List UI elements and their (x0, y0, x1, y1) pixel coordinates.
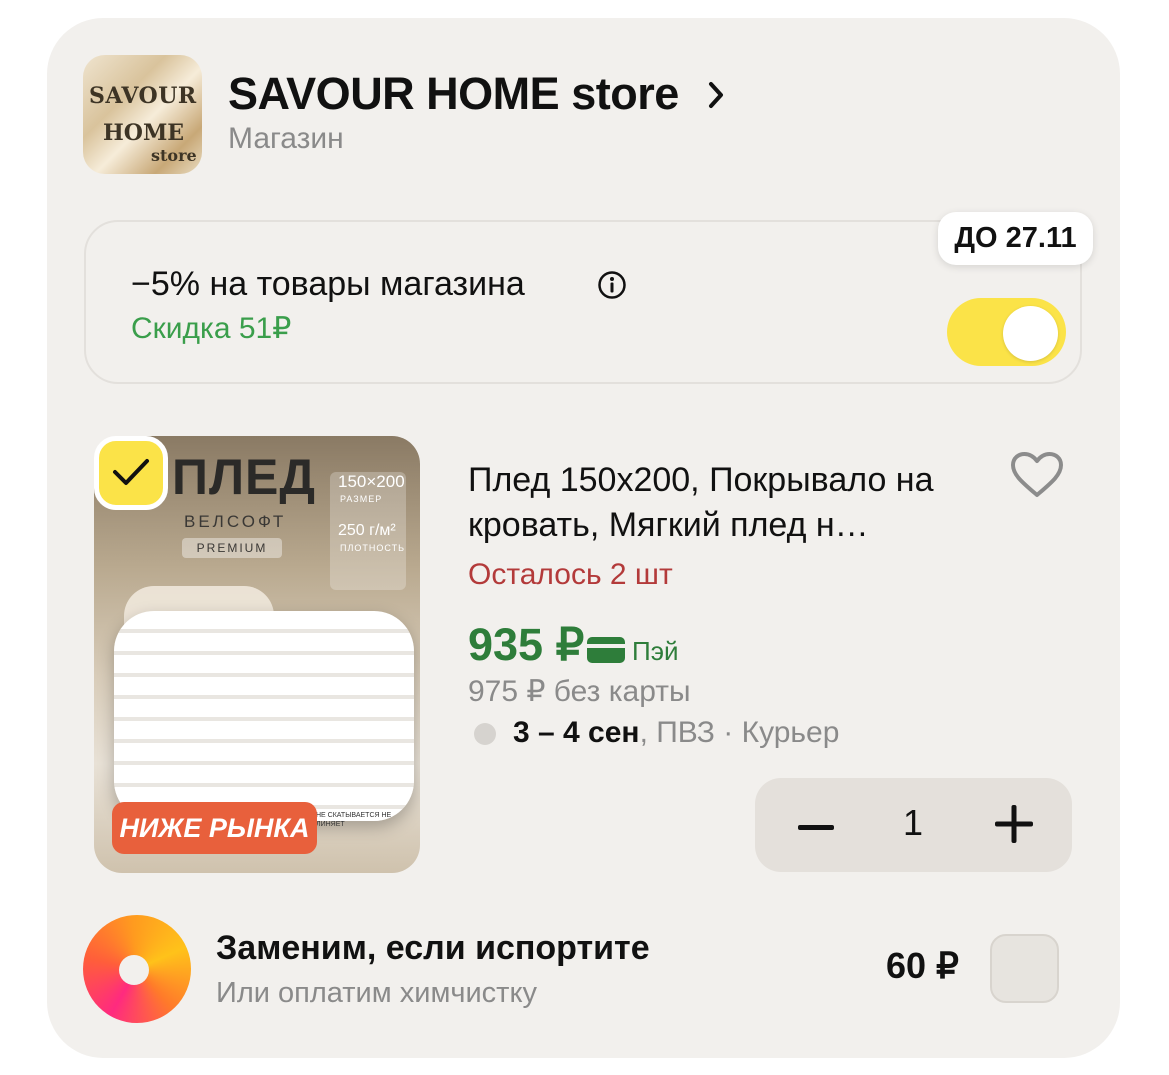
stock-left-label: Осталось 2 шт (468, 558, 673, 591)
image-note: НЕ СКАТЫВАЕТСЯ НЕ ЛИНЯЕТ (316, 812, 392, 828)
store-logo[interactable]: SAVOUR HOME store (83, 55, 202, 174)
card-icon (587, 637, 625, 663)
below-market-badge: НИЖЕ РЫНКА (112, 802, 317, 854)
product-name-link[interactable]: Плед 150х200, Покрывало на кровать, Мягк… (468, 458, 988, 548)
price-without-card: 975 ₽ без карты (468, 675, 691, 708)
delivery-status-dot (474, 723, 496, 745)
insurance-checkbox[interactable] (990, 934, 1059, 1003)
store-type-label: Магазин (228, 122, 344, 155)
insurance-price: 60 ₽ (886, 945, 959, 986)
image-density-value: 250 г/м² (338, 522, 396, 539)
promo-deadline-badge: ДО 27.11 (938, 212, 1093, 265)
delivery-methods: , ПВЗ · Курьер (639, 716, 840, 749)
image-size-value: 150×200 (338, 472, 405, 491)
heart-icon[interactable] (1009, 451, 1065, 499)
plus-icon[interactable] (993, 803, 1035, 845)
image-subtitle: ВЕЛСОФТ (184, 512, 287, 531)
checkmark-icon (113, 459, 149, 485)
image-blanket (114, 611, 414, 821)
promo-title: −5% на товары магазина (131, 265, 525, 303)
store-name-link[interactable]: SAVOUR HOME store (228, 68, 679, 120)
pay-label: Пэй (632, 636, 679, 666)
image-tag: PREMIUM (182, 538, 282, 558)
delivery-date: 3 – 4 сен (513, 716, 640, 749)
image-density-label: ПЛОТНОСТЬ (340, 543, 405, 553)
minus-icon[interactable] (796, 808, 836, 848)
chevron-right-icon[interactable] (706, 80, 726, 110)
toggle-knob (1003, 306, 1058, 361)
image-title: ПЛЕД (172, 449, 316, 505)
insurance-subtitle: Или оплатим химчистку (216, 977, 537, 1009)
quantity-value: 1 (902, 802, 924, 843)
promo-discount: Скидка 51₽ (131, 312, 292, 345)
product-select-checkbox[interactable] (94, 436, 168, 510)
insurance-title: Заменим, если испортите (216, 929, 650, 967)
image-size-label: РАЗМЕР (340, 494, 383, 504)
store-logo-line-1: SAVOUR (89, 83, 197, 109)
store-logo-line-3: store (151, 146, 197, 165)
info-icon[interactable] (597, 270, 627, 300)
store-logo-line-2: HOME (103, 120, 185, 146)
insurance-logo (83, 915, 191, 1023)
product-price: 935 ₽ (468, 619, 585, 670)
delivery-info: 3 – 4 сен, ПВЗ · Курьер (513, 716, 839, 750)
